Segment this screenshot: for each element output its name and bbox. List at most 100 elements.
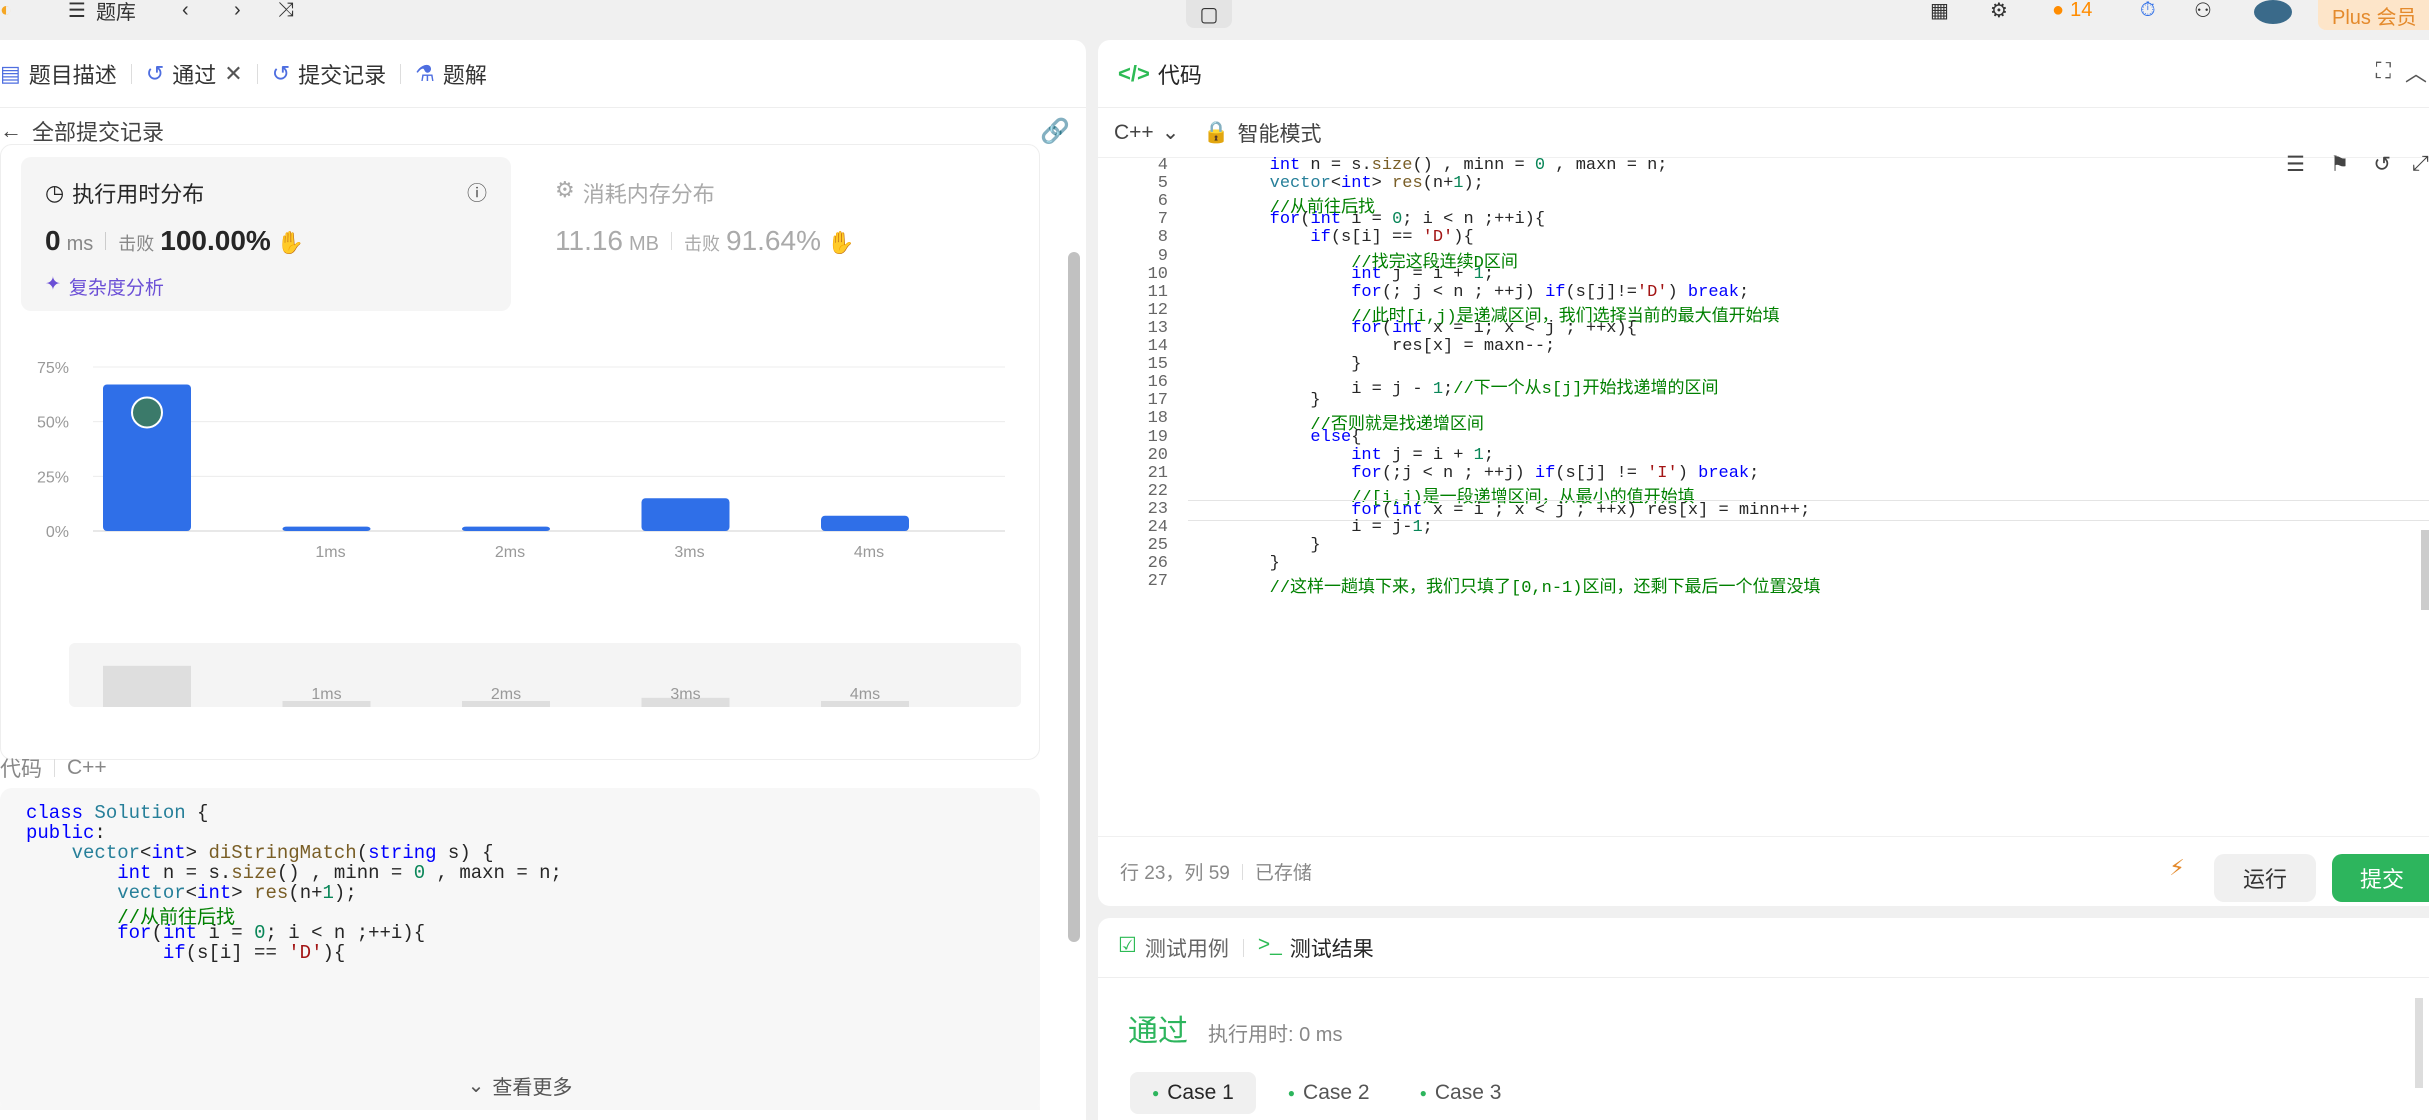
line-number: 17 xyxy=(1147,391,1168,411)
tab-test-cases[interactable]: ☑ 测试用例 xyxy=(1118,933,1229,963)
complexity-analysis-label: 复杂度分析 xyxy=(68,278,164,299)
runtime-title: 执行用时分布 xyxy=(72,182,205,207)
code-editor[interactable]: 4 int n = s.size() , minn = 0 , maxn = n… xyxy=(1098,152,2429,834)
debug-icon[interactable]: ⚡ xyxy=(2162,848,2192,888)
line-number: 19 xyxy=(1147,427,1168,447)
code-line[interactable]: int j = i + 1; xyxy=(1188,446,1494,465)
notes-icon[interactable]: ▢ xyxy=(1186,0,1232,28)
memory-beat-value: 91.64% xyxy=(726,225,821,256)
line-number: 16 xyxy=(1147,373,1168,393)
history-icon: ↺ xyxy=(145,60,165,86)
code-line[interactable]: for(;j < n ; ++j) if(s[j] != 'I') break; xyxy=(1188,464,1759,483)
line-number: 15 xyxy=(1147,355,1168,375)
runtime-value: 0 xyxy=(45,225,61,256)
divider xyxy=(54,759,55,777)
all-submissions-link[interactable]: 全部提交记录 xyxy=(32,115,164,147)
code-line[interactable]: } xyxy=(1188,554,1280,573)
brush-tick-label: 1ms xyxy=(311,686,341,703)
back-arrow-icon[interactable]: ← xyxy=(0,118,22,144)
line-number: 24 xyxy=(1147,518,1168,537)
add-friend-icon[interactable]: ⚇ xyxy=(2194,0,2212,22)
logo-icon[interactable]: ◐ xyxy=(0,0,12,21)
language-select[interactable]: C++ ⌄ xyxy=(1114,120,1179,145)
clap-icon: ✋ xyxy=(276,230,305,255)
prev-problem-icon[interactable]: ‹ xyxy=(182,0,189,21)
editor-scrollbar[interactable] xyxy=(2421,530,2429,610)
tab-accepted[interactable]: ↺ 通过 ✕ xyxy=(132,40,257,108)
shuffle-icon[interactable]: ⤨ xyxy=(278,0,294,21)
code-icon: </> xyxy=(1118,60,1150,86)
problem-bank-label: 题库 xyxy=(95,1,136,24)
link-icon[interactable]: 🔗 xyxy=(1040,117,1070,146)
chart-bar[interactable] xyxy=(462,526,550,531)
plus-member-button[interactable]: Plus 会员 xyxy=(2318,0,2429,30)
gear-icon[interactable]: ⚙ xyxy=(1990,0,2008,22)
memory-card[interactable]: ⚙ 消耗内存分布 11.16 MB 击败 91.64% ✋ xyxy=(555,157,1015,311)
maximize-icon[interactable]: ⛶ xyxy=(2376,58,2391,84)
code-line[interactable]: i = j-1; xyxy=(1188,518,1433,537)
case-tab-2[interactable]: ● Case 2 xyxy=(1270,1072,1388,1114)
code-line[interactable]: } xyxy=(1188,355,1361,374)
submit-button[interactable]: 提交 xyxy=(2332,854,2429,902)
test-runtime: 执行用时: 0 ms xyxy=(1208,1024,1343,1046)
memory-title-row: ⚙ 消耗内存分布 xyxy=(555,177,715,209)
code-line[interactable]: //这样一趟填下来，我们只填了[0,n-1)区间，还剩下最后一个位置没填 xyxy=(1188,572,1821,598)
code-line[interactable]: } xyxy=(1188,536,1320,555)
code-line[interactable]: } xyxy=(1188,391,1320,410)
case-tab-1[interactable]: ● Case 1 xyxy=(1130,1072,1256,1114)
tab-test-results[interactable]: >_ 测试结果 xyxy=(1258,933,1374,963)
memory-beat-label: 击败 xyxy=(684,234,720,254)
chart-bar[interactable] xyxy=(282,526,371,531)
info-icon[interactable]: ⓘ xyxy=(467,177,487,206)
line-number: 11 xyxy=(1147,282,1168,302)
divider xyxy=(1242,938,1244,957)
code-line[interactable]: if(s[i] == 'D'){ xyxy=(1188,228,1473,247)
next-problem-icon[interactable]: › xyxy=(234,0,241,21)
points-badge[interactable]: ● 14 xyxy=(2052,0,2092,21)
complexity-analysis-link[interactable]: ✦ 复杂度分析 xyxy=(45,273,164,300)
case-tab-3[interactable]: ● Case 3 xyxy=(1402,1072,1520,1114)
code-line[interactable]: else{ xyxy=(1188,428,1361,447)
code-line[interactable]: vector<int> res(n+1); xyxy=(1188,174,1484,193)
code-line[interactable]: int j = i + 1; xyxy=(1188,265,1494,284)
language-label: C++ xyxy=(1114,120,1154,144)
chart-bar[interactable] xyxy=(821,515,909,531)
problem-bank-link[interactable]: ☰ 题库 xyxy=(68,0,136,24)
editor-title: 代码 xyxy=(1157,62,1202,88)
line-number: 9 xyxy=(1157,246,1168,266)
left-scrollbar[interactable] xyxy=(1068,252,1080,942)
timer-icon[interactable]: ⏱ xyxy=(2140,0,2156,21)
lock-icon: 🔒 xyxy=(1203,120,1230,144)
history-icon: ↺ xyxy=(271,60,291,86)
layout-icon[interactable]: ▦ xyxy=(1930,0,1949,22)
view-more-button[interactable]: ⌄ 查看更多 xyxy=(0,1060,1040,1110)
tab-test-results-label: 测试结果 xyxy=(1289,937,1374,961)
close-icon[interactable]: ✕ xyxy=(224,61,242,87)
smart-mode-toggle[interactable]: 🔒 智能模式 xyxy=(1203,118,1321,148)
list-icon: ☰ xyxy=(68,0,86,22)
tab-solutions[interactable]: ⚗ 题解 xyxy=(401,40,501,108)
runtime-card[interactable]: ◷ 执行用时分布 ⓘ 0 ms 击败 100.00% ✋ ✦ 复杂度分析 xyxy=(21,157,511,311)
chart-bar[interactable] xyxy=(641,498,730,531)
code-line[interactable]: for(; j < n ; ++j) if(s[j]!='D') break; xyxy=(1188,283,1749,302)
submit-label: 提交 xyxy=(2359,867,2404,892)
avatar[interactable] xyxy=(2254,0,2292,24)
code-line[interactable]: for(int i = 0; i < n ;++i){ xyxy=(1188,210,1545,229)
code-line[interactable]: int n = s.size() , minn = 0 , maxn = n; xyxy=(1188,156,1668,175)
tab-description[interactable]: ▤ 题目描述 xyxy=(0,40,131,108)
flame-icon: ● xyxy=(2052,0,2065,21)
line-number: 26 xyxy=(1147,554,1168,574)
code-preview-line: int n = s.size() , minn = 0 , maxn = n; xyxy=(117,862,562,884)
pass-dot-icon: ● xyxy=(1152,1086,1160,1100)
code-preview-line: vector<int> res(n+1); xyxy=(117,882,357,904)
tab-submissions-label: 提交记录 xyxy=(298,62,387,88)
code-line[interactable]: for(int x = i; x < j ; ++x){ xyxy=(1188,319,1637,338)
line-number: 27 xyxy=(1147,572,1168,592)
tab-submissions[interactable]: ↺ 提交记录 xyxy=(258,40,400,108)
run-button[interactable]: 运行 xyxy=(2214,854,2316,902)
collapse-icon[interactable]: ︿ xyxy=(2405,56,2427,88)
line-number: 18 xyxy=(1147,409,1168,429)
test-scrollbar[interactable] xyxy=(2415,998,2423,1088)
editor-panel: </> 代码 ⛶ ︿ C++ ⌄ 🔒 智能模式 ☰ ⚑ ↺ ⤢ 4 int n … xyxy=(1098,40,2429,906)
code-line[interactable]: res[x] = maxn--; xyxy=(1188,337,1555,356)
